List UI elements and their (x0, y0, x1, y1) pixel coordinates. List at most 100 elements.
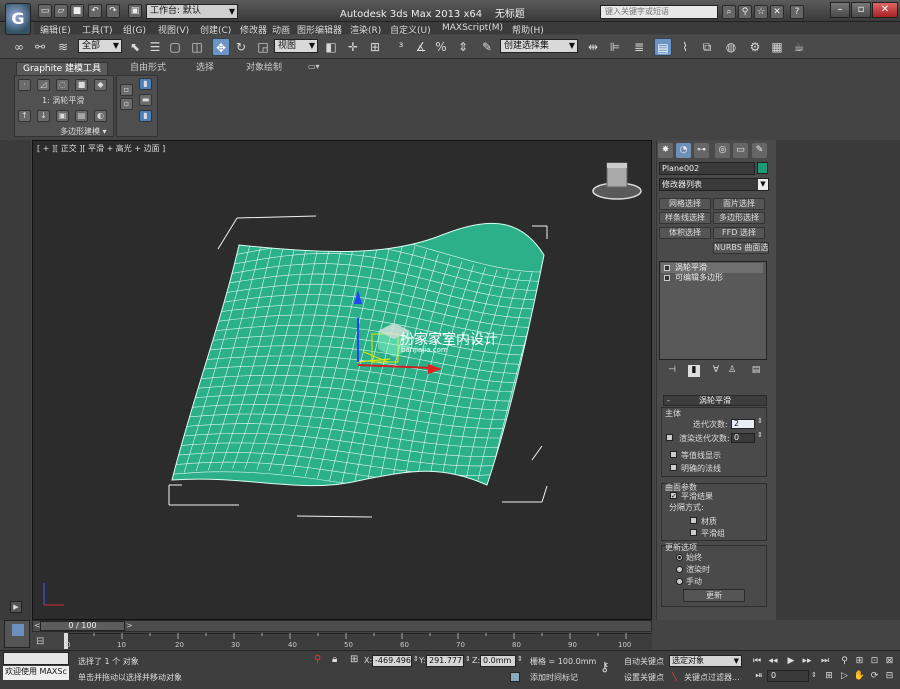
element-icon[interactable]: ◆ (94, 79, 107, 91)
spinner-arrows-icon[interactable]: ⇕ (413, 655, 419, 663)
make-unique-icon[interactable]: ∀ (710, 365, 722, 377)
keyboard-shortcut-icon[interactable]: ⊞ (366, 38, 384, 56)
select-rotate-icon[interactable]: ↻ (232, 38, 250, 56)
zoom-icon[interactable]: ⚲ (838, 655, 851, 667)
selection-lock-icon[interactable]: 🔒︎ (332, 654, 337, 665)
help-search-input[interactable]: 键入关键字或短语 (600, 5, 718, 19)
ribbon-options-icon[interactable]: ▭▾ (308, 62, 320, 71)
subobject-toggle-icon[interactable]: ▮ (139, 78, 152, 90)
smoothing-groups-checkbox[interactable] (690, 529, 697, 536)
iterations-spinner[interactable]: 2 (731, 419, 755, 429)
patch-select-button[interactable]: 面片选择 (713, 198, 765, 210)
update-manual-radio[interactable] (676, 578, 683, 585)
go-to-end-icon[interactable]: ⏭ (818, 655, 832, 667)
absolute-mode-icon[interactable]: ⊞ (350, 654, 358, 665)
volume-select-button[interactable]: 体积选择 (659, 227, 711, 239)
polygon-icon[interactable]: ■ (75, 79, 88, 91)
render-iters-checkbox[interactable] (666, 434, 673, 441)
tessellate-icon[interactable]: ▬ (139, 94, 152, 106)
ffd-select-button[interactable]: FFD 选择 (713, 227, 765, 239)
selection-filter-select[interactable]: 全部 ▼ (78, 39, 122, 53)
app-menu-button[interactable]: G (5, 3, 31, 35)
mirror-icon[interactable]: ⇹ (584, 38, 602, 56)
modifier-list-select[interactable]: 修改器列表 ▼ (659, 178, 769, 191)
stack-up-icon[interactable]: ↑ (18, 110, 31, 122)
stack-item-turbosmooth[interactable]: 涡轮平滑 (661, 263, 763, 273)
menu-maxscript[interactable]: MAXScript(M) (442, 23, 503, 33)
time-slider-thumb[interactable]: 0 / 100 (40, 621, 125, 631)
undo-icon[interactable]: ↶ (88, 4, 102, 18)
isoline-checkbox[interactable] (670, 451, 677, 458)
spinner-arrows-icon[interactable]: ⇕ (811, 671, 817, 679)
minimize-button[interactable]: – (830, 2, 850, 18)
orbit-icon[interactable]: ⟳ (868, 670, 881, 682)
ribbon-panel-label[interactable]: 多边形建模 ▾ (60, 126, 107, 137)
edit-named-selection-icon[interactable]: ✎ (478, 38, 496, 56)
create-tab-icon[interactable]: ✸ (658, 143, 673, 158)
key-filters-icon[interactable]: ╲ (672, 672, 677, 681)
modify-tab-icon[interactable]: ◔ (676, 143, 691, 158)
maximize-viewport-icon[interactable]: ⊟ (883, 670, 896, 682)
object-name-field[interactable]: Plane002 (659, 162, 755, 175)
graphite-toggle-icon[interactable]: ▤ (654, 38, 672, 56)
redo-icon[interactable]: ↷ (106, 4, 120, 18)
poly-select-button[interactable]: 多边形选择 (713, 212, 765, 224)
light-bulb-icon[interactable] (664, 265, 670, 271)
next-frame-icon[interactable]: ▸▸ (800, 655, 814, 667)
remove-modifier-icon[interactable]: ♙ (726, 365, 738, 377)
preview-select-icon[interactable]: ▤ (75, 110, 88, 122)
vertex-icon[interactable]: · (18, 79, 31, 91)
select-scale-icon[interactable]: ◲ (254, 38, 272, 56)
link-icon[interactable]: ∞ (10, 38, 28, 56)
hierarchy-tab-icon[interactable]: ⊶ (694, 143, 709, 158)
x-coord-field[interactable]: -469.496m (372, 655, 412, 667)
window-crossing-icon[interactable]: ◫ (188, 38, 206, 56)
viewport-scene[interactable] (32, 140, 652, 620)
key-mode-toggle-icon[interactable]: ⏯ (752, 670, 766, 682)
play-icon[interactable]: ▶ (784, 655, 798, 667)
time-slider-track[interactable] (32, 620, 652, 632)
isolate-selection-icon[interactable]: ⚲ (314, 654, 321, 665)
preview-icon[interactable]: ▣ (56, 110, 69, 122)
zoom-all-icon[interactable]: ⊞ (853, 655, 866, 667)
expand-icon[interactable]: ▶ (10, 601, 22, 613)
favorites-icon[interactable]: ☆ (754, 5, 768, 19)
time-next-arrow[interactable]: > (126, 621, 133, 630)
layer-manager-icon[interactable]: ≣ (630, 38, 648, 56)
spline-select-button[interactable]: 样条线选择 (659, 212, 711, 224)
update-render-radio[interactable] (676, 566, 683, 573)
spinner-arrows-icon[interactable]: ⇕ (757, 431, 763, 439)
spinner-arrows-icon[interactable]: ⇕ (517, 655, 523, 663)
utilities-tab-icon[interactable]: ✎ (752, 143, 767, 158)
modify-mode-icon[interactable]: ▫ (120, 84, 133, 96)
object-color-swatch[interactable] (757, 162, 768, 174)
update-always-radio[interactable] (676, 554, 683, 561)
maximize-button[interactable]: ▫ (851, 2, 871, 18)
save-file-icon[interactable]: ■ (70, 4, 84, 18)
tab-object-paint[interactable]: 对象绘制 (240, 62, 288, 75)
render-production-icon[interactable]: ☕ (790, 38, 808, 56)
show-end-result-icon[interactable]: ▮ (139, 110, 152, 122)
viewport-layout-icon[interactable] (12, 624, 24, 636)
ignore-backfacing-icon[interactable]: ◐ (94, 110, 107, 122)
schematic-view-icon[interactable]: ⧉ (698, 38, 716, 56)
zoom-extents-all-icon[interactable]: ⊠ (883, 655, 896, 667)
unlink-icon[interactable]: ⚯ (31, 38, 49, 56)
spinner-arrows-icon[interactable]: ⇕ (465, 655, 471, 663)
open-file-icon[interactable]: ▱ (54, 4, 68, 18)
hold-icon[interactable]: ▣ (128, 4, 142, 18)
angle-snap-icon[interactable]: ∡ (412, 38, 430, 56)
select-by-name-icon[interactable]: ☰ (146, 38, 164, 56)
motion-tab-icon[interactable]: ◎ (715, 143, 730, 158)
spinner-arrows-icon[interactable]: ⇕ (757, 417, 763, 425)
border-icon[interactable]: ◌ (56, 79, 69, 91)
track-bar-toggle-icon[interactable]: ⊟ (36, 636, 44, 647)
percent-snap-icon[interactable]: % (432, 38, 450, 56)
named-selection-select[interactable]: 创建选择集 ▼ (500, 39, 578, 53)
pivot-center-icon[interactable]: ◧ (322, 38, 340, 56)
tab-freeform[interactable]: 自由形式 (124, 62, 172, 75)
field-of-view-icon[interactable]: ▷ (838, 670, 851, 682)
time-tag-icon[interactable] (510, 672, 520, 682)
key-filters-button[interactable]: 关键点过滤器... (684, 672, 740, 683)
stack-down-icon[interactable]: ↓ (37, 110, 50, 122)
